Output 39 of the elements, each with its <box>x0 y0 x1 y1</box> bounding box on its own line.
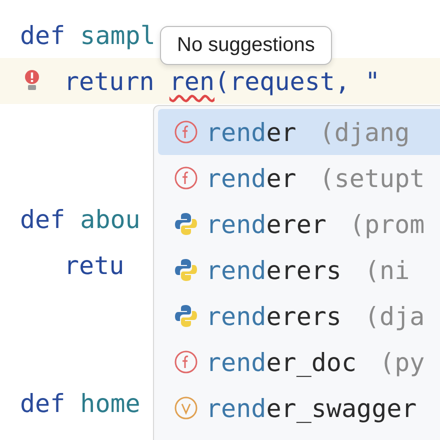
completion-detail: (prom <box>349 210 425 238</box>
function-icon <box>174 120 198 144</box>
completion-detail: (ni <box>364 256 410 284</box>
tooltip: No suggestions <box>160 26 332 65</box>
completion-detail: (djang <box>319 118 410 146</box>
python-icon <box>174 304 198 328</box>
completion-name: render <box>206 164 296 192</box>
completion-detail: (py <box>380 348 425 376</box>
python-icon <box>174 212 198 236</box>
completion-name: renderer <box>206 210 326 238</box>
bulb-icon[interactable] <box>23 69 41 93</box>
completion-name: render <box>206 118 296 146</box>
function-icon <box>174 166 198 190</box>
completion-name: renderers <box>206 302 342 330</box>
code-text: retu <box>64 250 124 280</box>
completion-item[interactable]: renderer (prom <box>158 201 440 247</box>
completion-item[interactable]: render (djang <box>158 109 440 155</box>
function-name: abou <box>80 204 140 234</box>
completion-item[interactable]: render (setupt <box>158 155 440 201</box>
variable-icon <box>174 396 198 420</box>
completion-detail: (setupt <box>319 164 425 192</box>
function-icon <box>174 350 198 374</box>
completion-item[interactable]: render_doc (py <box>158 339 440 385</box>
completion-item[interactable]: renderers (ni <box>158 247 440 293</box>
python-icon <box>174 258 198 282</box>
completion-item[interactable]: render_swagger <box>158 385 440 431</box>
completion-name: render_doc <box>206 348 357 376</box>
code-keyword: def <box>20 20 66 50</box>
error-text: ren <box>169 66 215 96</box>
function-name: home <box>80 388 140 418</box>
completion-name: render_swagger <box>206 394 417 422</box>
code-keyword: def <box>20 204 66 234</box>
code-text: return <box>64 66 154 96</box>
code-text: (request, " <box>214 66 380 96</box>
function-name: sampl <box>80 20 156 50</box>
code-keyword: def <box>20 388 66 418</box>
completion-detail: (dja <box>364 302 425 330</box>
completion-name: renderers <box>206 256 342 284</box>
completion-item[interactable]: renderers (dja <box>158 293 440 339</box>
